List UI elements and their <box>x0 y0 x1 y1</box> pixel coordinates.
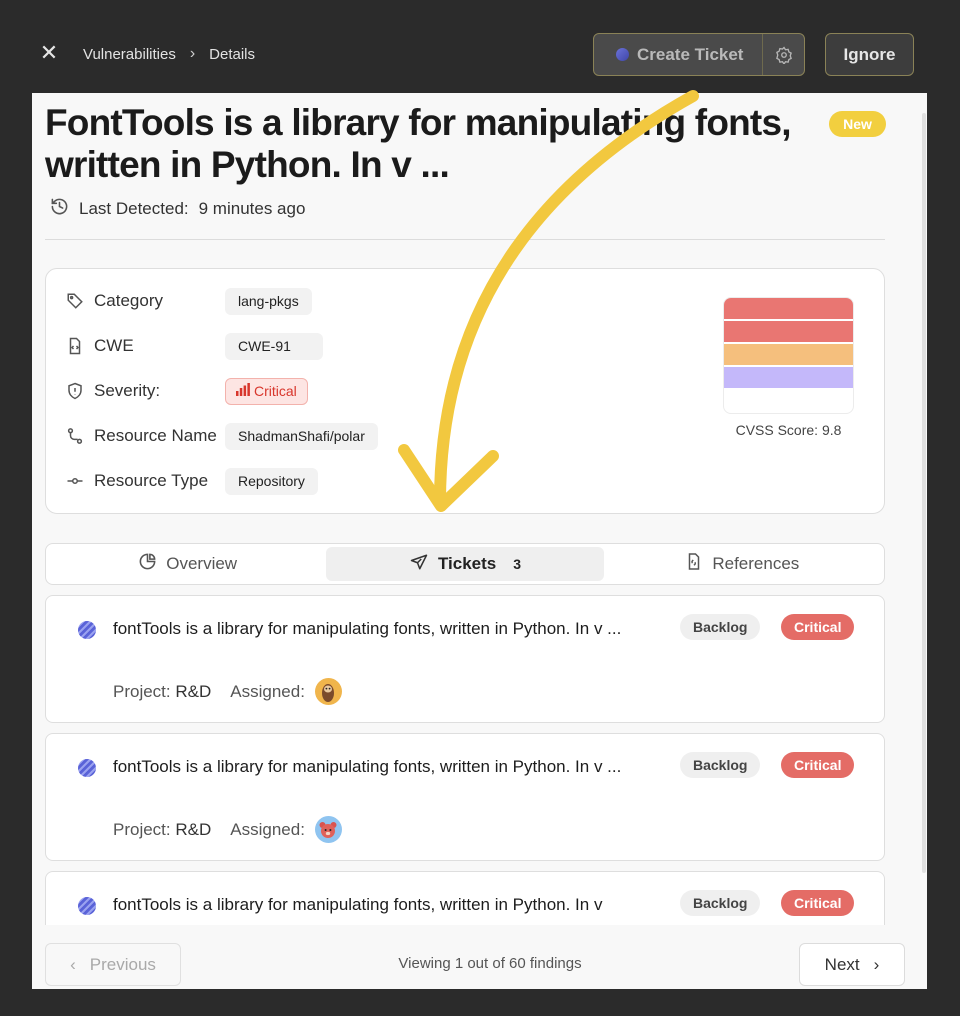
history-icon <box>50 197 69 221</box>
link-file-icon <box>685 552 703 576</box>
tab-references[interactable]: References <box>604 547 881 581</box>
category-row: Category lang-pkgs <box>65 286 312 316</box>
severity-value: Critical <box>254 383 297 399</box>
severity-chip: Critical <box>225 377 308 405</box>
git-branch-icon <box>65 426 85 446</box>
create-ticket-group: Create Ticket <box>593 33 806 76</box>
resource-name-chip: ShadmanShafi/polar <box>225 422 378 450</box>
create-ticket-button[interactable]: Create Ticket <box>594 34 764 75</box>
status-badge: Backlog <box>680 752 761 778</box>
details-card: Category lang-pkgs CWE CWE-91 Severity: … <box>45 268 885 514</box>
code-file-icon <box>65 336 85 356</box>
ignore-button[interactable]: Ignore <box>825 33 914 76</box>
last-detected: Last Detected: 9 minutes ago <box>50 197 305 221</box>
linear-logo-icon <box>78 621 96 639</box>
cvss-score-label: CVSS Score: 9.8 <box>735 422 842 438</box>
tab-bar: Overview Tickets 3 References <box>45 543 885 585</box>
send-icon <box>409 553 429 576</box>
close-icon[interactable]: ✕ <box>38 42 60 64</box>
cvss-bar-2 <box>724 321 853 342</box>
tab-tickets-label: Tickets <box>437 554 497 573</box>
category-label: Category <box>94 291 163 310</box>
cvss-bars <box>723 297 854 414</box>
project-label: Project: <box>113 819 171 839</box>
status-badge: Backlog <box>680 890 761 916</box>
resource-name-row: Resource Name ShadmanShafi/polar <box>65 421 378 451</box>
ticket-card[interactable]: fontTools is a library for manipulating … <box>45 733 885 861</box>
bear-avatar[interactable] <box>314 816 342 843</box>
page-title: FontTools is a library for manipulating … <box>45 102 792 185</box>
ticket-meta: Project: R&D Assigned: <box>113 816 342 843</box>
scrollbar[interactable] <box>922 113 926 873</box>
top-bar: ✕ Vulnerabilities › Details Create Ticke… <box>0 0 960 94</box>
status-badge: Backlog <box>680 614 761 640</box>
cvss-bar-3 <box>724 344 853 365</box>
last-detected-value: 9 minutes ago <box>198 199 306 218</box>
cvss-bar-4 <box>724 367 853 388</box>
tab-tickets[interactable]: Tickets 3 <box>326 547 604 581</box>
resource-type-label: Resource Type <box>94 471 209 490</box>
tag-icon <box>65 291 85 311</box>
severity-badge: Critical <box>781 752 855 778</box>
pagination-footer: ‹ Previous Viewing 1 out of 60 findings … <box>32 925 927 989</box>
linear-logo-icon <box>78 897 96 915</box>
chevron-right-icon: › <box>873 954 880 974</box>
tab-references-label: References <box>712 554 800 573</box>
create-ticket-label: Create Ticket <box>637 44 744 64</box>
cvss-widget: CVSS Score: 9.8 <box>723 297 854 438</box>
project-value: R&D <box>175 681 212 701</box>
ticket-card[interactable]: fontTools is a library for manipulating … <box>45 595 885 723</box>
shield-icon <box>65 381 85 401</box>
commit-icon <box>65 471 85 491</box>
ticket-title[interactable]: fontTools is a library for manipulating … <box>113 754 633 780</box>
breadcrumb: Vulnerabilities › Details <box>83 45 255 63</box>
cvss-bar-1 <box>724 298 853 319</box>
severity-badge: Critical <box>781 614 855 640</box>
breadcrumb-vulnerabilities[interactable]: Vulnerabilities <box>83 46 176 63</box>
category-chip: lang-pkgs <box>225 287 312 315</box>
cwe-row: CWE CWE-91 <box>65 331 323 361</box>
signal-bars-icon <box>236 383 250 399</box>
ticket-title[interactable]: fontTools is a library for manipulating … <box>113 616 633 642</box>
breadcrumb-details: Details <box>209 45 256 63</box>
linear-logo-icon <box>616 48 629 61</box>
tab-overview[interactable]: Overview <box>49 547 326 581</box>
resource-type-chip: Repository <box>225 467 318 495</box>
cwe-chip: CWE-91 <box>225 332 323 360</box>
ticket-meta: Project: R&D Assigned: <box>113 678 342 705</box>
next-label: Next <box>824 954 860 974</box>
ticket-title[interactable]: fontTools is a library for manipulating … <box>113 892 633 918</box>
pagination-status: Viewing 1 out of 60 findings <box>398 955 582 972</box>
assigned-label: Assigned: <box>230 819 305 839</box>
linear-logo-icon <box>78 759 96 777</box>
severity-label: Severity: <box>94 381 161 400</box>
project-value: R&D <box>175 819 212 839</box>
chevron-left-icon: ‹ <box>70 954 76 974</box>
finding-details-panel: FontTools is a library for manipulating … <box>32 93 927 989</box>
gear-icon[interactable] <box>763 34 804 75</box>
next-button[interactable]: Next › <box>799 943 905 986</box>
previous-label: Previous <box>89 954 156 974</box>
tab-tickets-count: 3 <box>513 556 522 572</box>
severity-badge: Critical <box>781 890 855 916</box>
status-badge: New <box>829 111 886 137</box>
cwe-label: CWE <box>94 336 134 355</box>
severity-row: Severity: Critical <box>65 376 308 406</box>
previous-button[interactable]: ‹ Previous <box>45 943 181 986</box>
last-detected-label: Last Detected: <box>79 199 189 218</box>
tab-overview-label: Overview <box>166 554 238 573</box>
resource-name-label: Resource Name <box>94 426 217 445</box>
pie-chart-icon <box>138 552 157 576</box>
chevron-right-icon: › <box>189 45 196 62</box>
assigned-label: Assigned: <box>230 681 305 701</box>
sloth-avatar[interactable] <box>314 678 342 705</box>
resource-type-row: Resource Type Repository <box>65 466 318 496</box>
divider <box>45 239 885 240</box>
project-label: Project: <box>113 681 171 701</box>
